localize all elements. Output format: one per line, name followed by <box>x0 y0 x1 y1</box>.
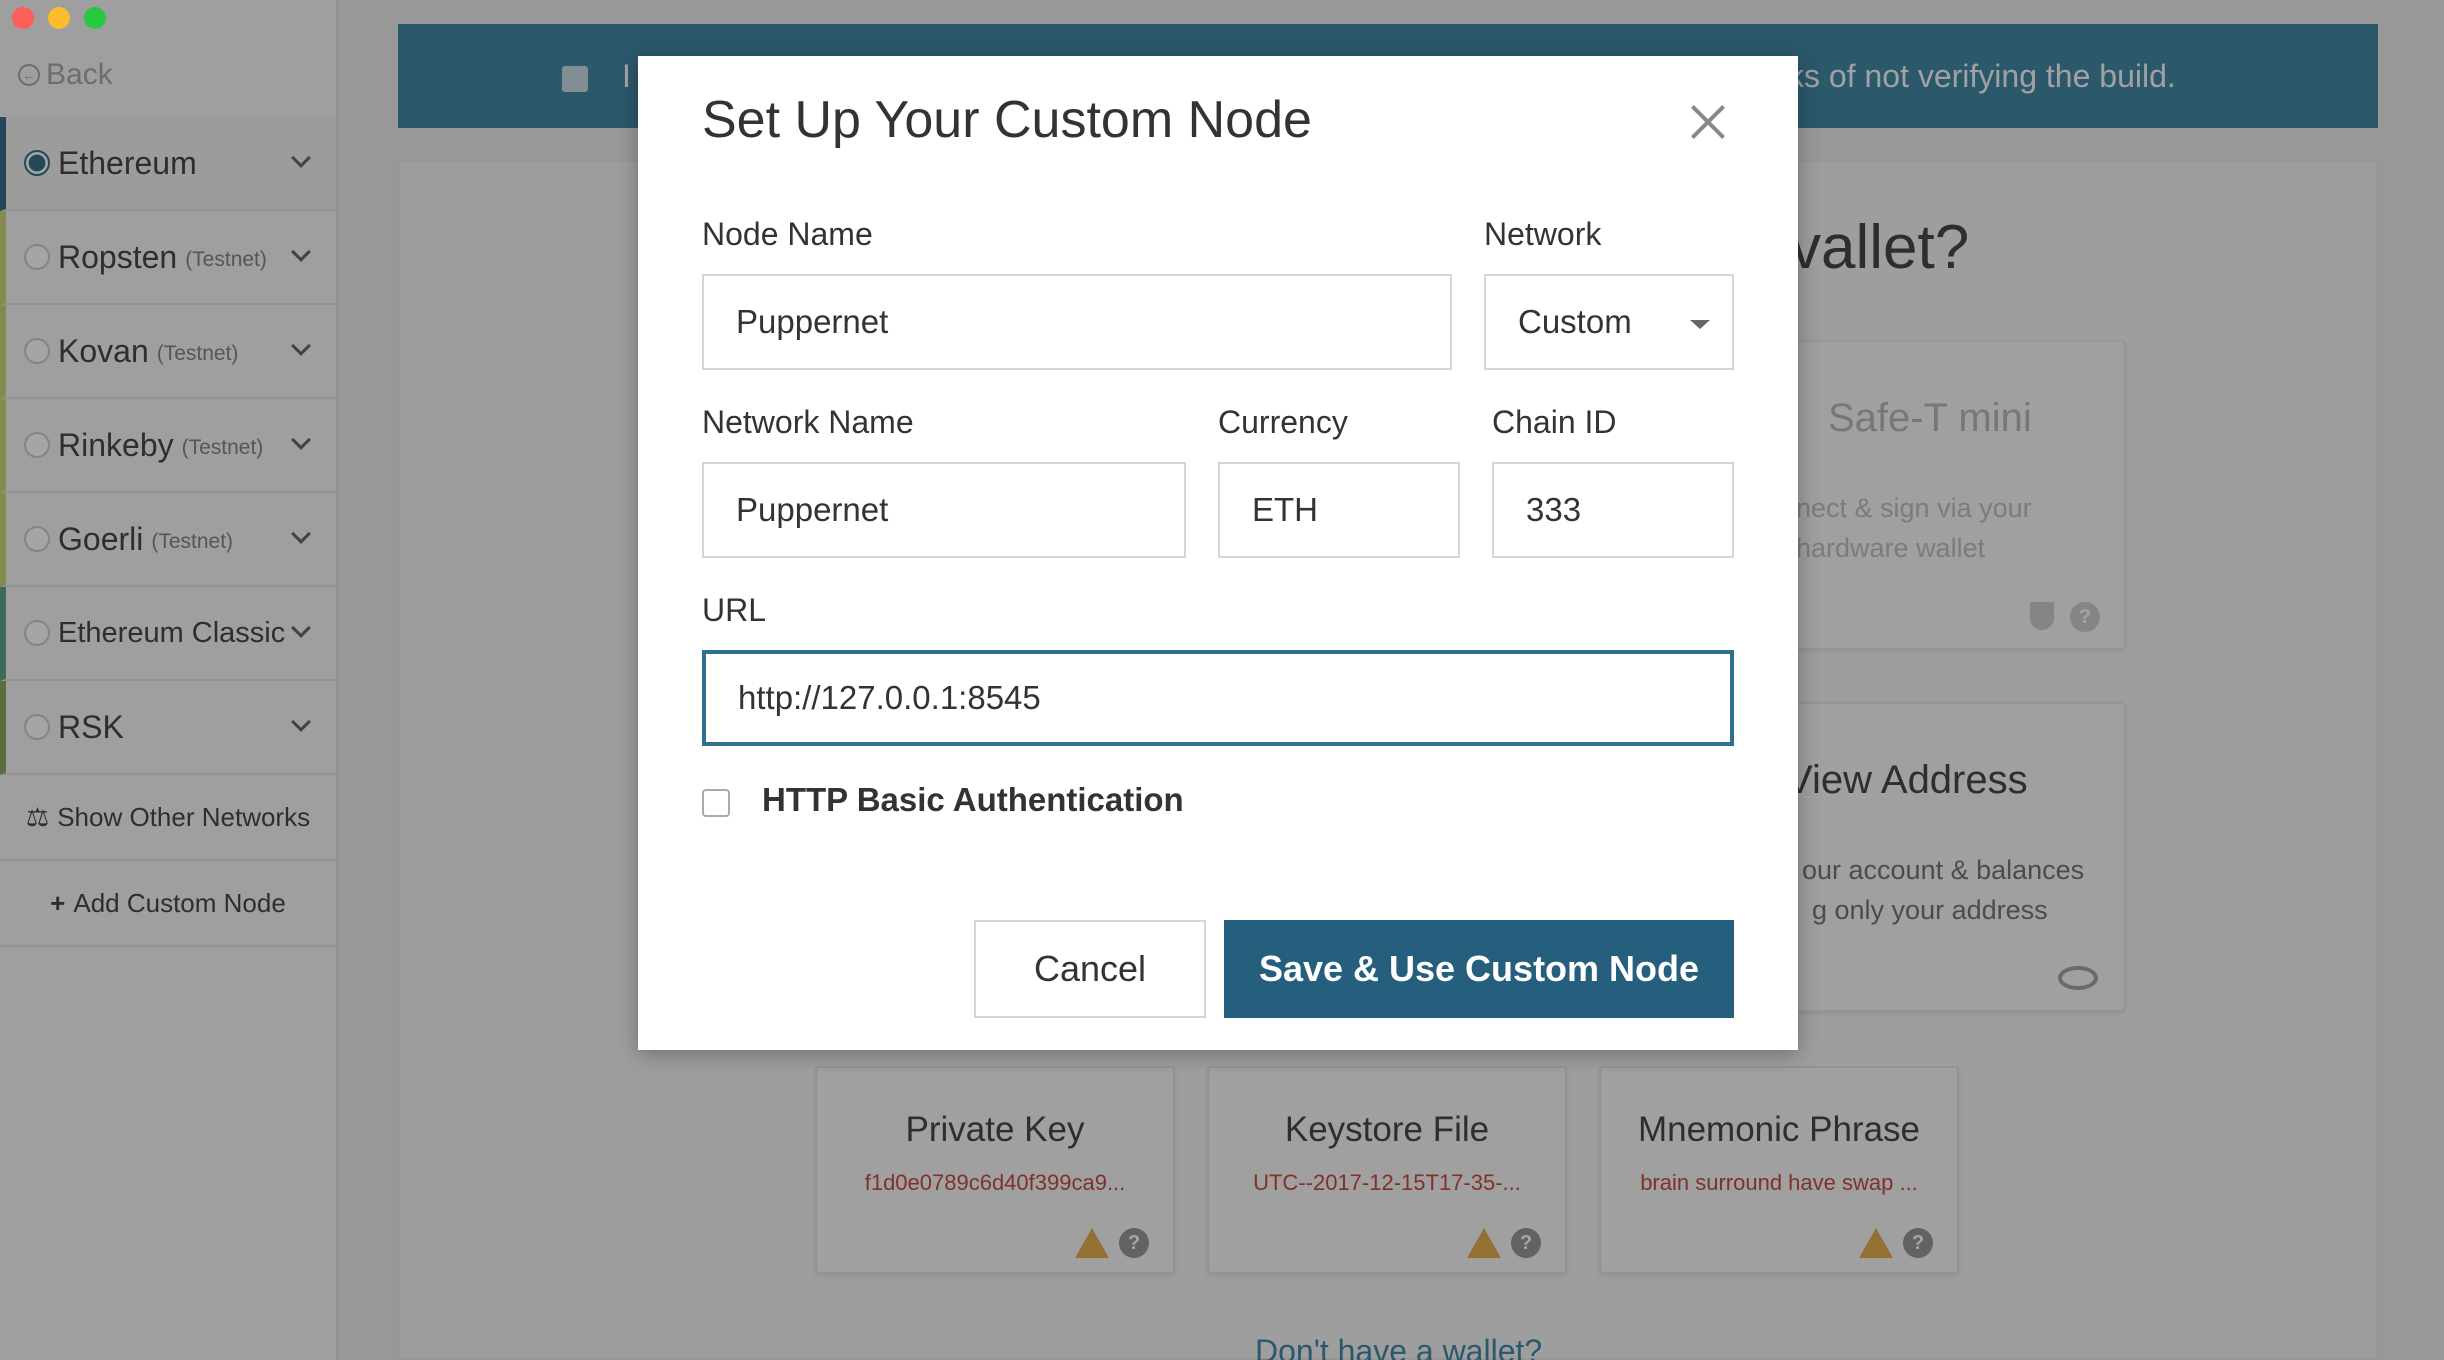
minimize-window-button[interactable] <box>48 7 70 29</box>
save-custom-node-button[interactable]: Save & Use Custom Node <box>1224 920 1734 1018</box>
url-label: URL <box>702 592 767 628</box>
network-select[interactable]: Custom <box>1484 274 1734 370</box>
http-auth-label[interactable]: HTTP Basic Authentication <box>762 781 1184 819</box>
network-select-value: Custom <box>1518 303 1632 340</box>
window-controls <box>12 7 106 29</box>
node-name-label: Node Name <box>702 216 873 252</box>
close-window-button[interactable] <box>12 7 34 29</box>
chain-id-label: Chain ID <box>1492 404 1617 440</box>
network-name-label: Network Name <box>702 404 914 440</box>
maximize-window-button[interactable] <box>84 7 106 29</box>
network-label: Network <box>1484 216 1602 252</box>
http-auth-checkbox[interactable] <box>702 789 730 817</box>
node-name-input[interactable] <box>702 274 1452 370</box>
url-input[interactable] <box>702 650 1734 746</box>
custom-node-modal: Set Up Your Custom Node Node Name Networ… <box>638 56 1798 1050</box>
network-name-input[interactable] <box>702 462 1186 558</box>
currency-label: Currency <box>1218 404 1348 440</box>
chain-id-input[interactable] <box>1492 462 1734 558</box>
close-icon[interactable] <box>1686 100 1730 144</box>
modal-title: Set Up Your Custom Node <box>702 91 1312 149</box>
currency-input[interactable] <box>1218 462 1460 558</box>
cancel-button[interactable]: Cancel <box>974 920 1206 1018</box>
caret-down-icon <box>1690 320 1710 329</box>
